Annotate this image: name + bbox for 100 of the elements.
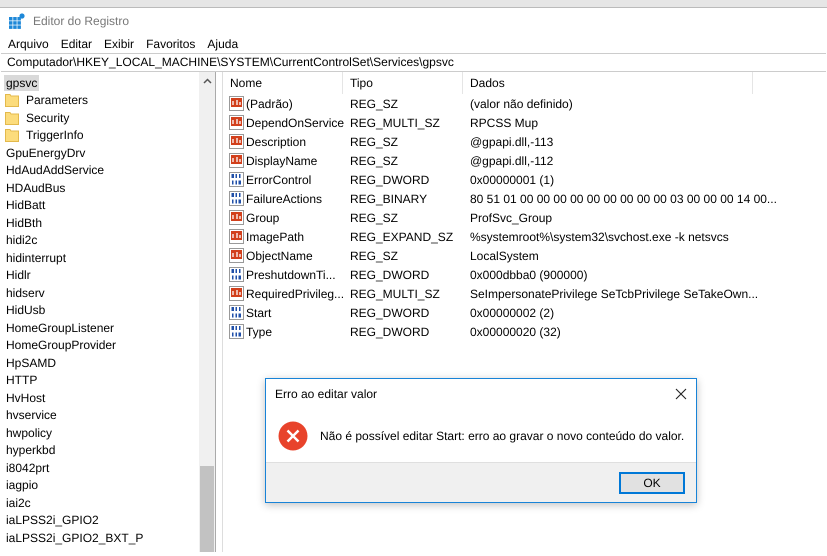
value-name[interactable]: Description [246, 134, 306, 148]
tree-item[interactable]: iaLPSS2i_GPIO2 [4, 512, 101, 528]
string-value-icon [229, 229, 244, 244]
value-data: RPCSS Mup [469, 116, 538, 130]
folder-icon [5, 110, 19, 125]
value-data: %systemroot%\system32\svchost.exe -k netsvcs [469, 230, 729, 244]
value-name[interactable]: Type [246, 324, 272, 338]
value-data: 0x00000001 (1) [469, 172, 554, 186]
value-data: ProfSvc_Group [469, 210, 552, 224]
string-value-icon [229, 96, 244, 111]
tree-item[interactable]: hyperkbd [4, 442, 58, 458]
tree-item[interactable]: Security [24, 110, 72, 126]
value-data: 80 51 01 00 00 00 00 00 00 00 00 00 03 00 00 00 14 00... [469, 192, 777, 206]
tree-item[interactable]: hidserv [4, 284, 47, 301]
tree-item[interactable]: hvservice [4, 407, 59, 424]
scrollbar-thumb[interactable] [200, 466, 214, 552]
tree-item[interactable]: HidBatt [4, 197, 48, 214]
value-type: REG_BINARY [349, 192, 428, 206]
value-name[interactable]: Group [246, 210, 280, 224]
tree-item[interactable]: TriggerInfo [24, 127, 86, 144]
value-name[interactable]: DependOnService [246, 116, 344, 130]
tree-item[interactable]: HomeGroupProvider [4, 337, 118, 354]
dialog-title: Erro ao editar valor [275, 387, 378, 401]
folder-icon [5, 128, 19, 142]
value-type: REG_DWORD [349, 172, 430, 186]
value-name[interactable]: ImagePath [246, 230, 304, 244]
column-header[interactable]: Nome [223, 72, 343, 94]
value-type: REG_EXPAND_SZ [349, 230, 454, 244]
string-value-icon [229, 210, 244, 225]
menu-item[interactable]: Arquivo [2, 36, 55, 50]
registry-icon [9, 13, 25, 29]
value-type: REG_SZ [349, 154, 400, 168]
value-type: REG_MULTI_SZ [349, 286, 441, 300]
tree-item[interactable]: iagpio [4, 477, 40, 494]
value-name[interactable]: ObjectName [246, 248, 313, 262]
tree-item[interactable]: Parameters [24, 92, 90, 108]
tree-item[interactable]: HomeGroupListener [4, 320, 116, 336]
tree-item[interactable]: HpSAMD [4, 354, 58, 371]
tree-item[interactable]: hidinterrupt [4, 250, 68, 266]
column-header[interactable]: Dados [463, 72, 753, 94]
tree-item[interactable]: HidBth [4, 214, 44, 231]
tree-item[interactable]: Hidlr [4, 267, 33, 284]
ok-button[interactable]: OK [619, 472, 685, 494]
binary-value-icon [229, 191, 244, 206]
tree-item[interactable]: iaLPSS2i_GPIO2_BXT_P [4, 530, 146, 546]
folder-icon [5, 93, 19, 108]
column-header[interactable]: Tipo [343, 72, 463, 94]
value-type: REG_SZ [349, 210, 400, 224]
string-value-icon [229, 134, 244, 149]
value-name[interactable]: (Padrão) [246, 96, 293, 110]
tree-item[interactable]: HTTP [4, 372, 40, 388]
value-name[interactable]: Start [246, 306, 272, 320]
value-data: (valor não definido) [469, 96, 573, 110]
tree-item[interactable]: hwpolicy [4, 424, 54, 441]
value-name[interactable]: DisplayName [246, 154, 318, 168]
value-name[interactable]: ErrorControl [246, 172, 312, 186]
value-name[interactable]: RequiredPrivileg... [246, 286, 344, 300]
address-bar[interactable]: Computador\HKEY_LOCAL_MACHINE\SYSTEM\CurrentControlSet\Services\gpsvc [1, 53, 826, 72]
menu-item[interactable]: Ajuda [201, 36, 244, 50]
tree-item[interactable]: HdAudAddService [4, 162, 106, 178]
value-type: REG_MULTI_SZ [349, 116, 441, 130]
value-type: REG_SZ [349, 96, 400, 110]
value-type: REG_SZ [349, 248, 400, 262]
value-type: REG_DWORD [349, 268, 430, 282]
value-type: REG_DWORD [349, 324, 430, 338]
tree-item[interactable]: i8042prt [4, 460, 52, 476]
tree-item[interactable]: gpsvc [4, 74, 40, 91]
binary-value-icon [229, 305, 244, 320]
string-value-icon [229, 153, 244, 168]
string-value-icon [229, 286, 244, 301]
value-data: @gpapi.dll,-113 [469, 134, 554, 148]
error-icon [278, 420, 308, 450]
tree-item[interactable]: iai2c [4, 494, 33, 511]
value-data: SeImpersonatePrivilege SeTcbPrivilege SeTakeOwn... [469, 286, 758, 300]
value-type: REG_DWORD [349, 306, 430, 320]
string-value-icon [229, 115, 244, 130]
value-data: 0x000dbba0 (900000) [469, 268, 588, 282]
tree-item[interactable]: hidi2c [4, 232, 40, 248]
error-message: Não é possível editar Start: erro ao gravar o novo conteúdo do valor. [320, 428, 684, 442]
binary-value-icon [229, 172, 244, 187]
value-type: REG_SZ [349, 134, 400, 148]
value-data: @gpapi.dll,-112 [469, 154, 554, 168]
value-name[interactable]: PreshutdownTi... [246, 268, 336, 282]
binary-value-icon [229, 324, 244, 339]
tree-item[interactable]: HDAudBus [4, 180, 68, 196]
tree-item[interactable]: GpuEnergyDrv [4, 144, 88, 161]
tree-item[interactable]: HvHost [4, 390, 48, 406]
window-title: Editor do Registro [33, 14, 130, 28]
value-data: LocalSystem [469, 248, 539, 262]
string-value-icon [229, 248, 244, 263]
menu-item[interactable]: Favoritos [140, 36, 202, 50]
value-data: 0x00000020 (32) [469, 324, 561, 338]
value-name[interactable]: FailureActions [246, 192, 322, 206]
close-icon[interactable] [675, 388, 687, 400]
tree-item[interactable]: HidUsb [4, 302, 48, 318]
value-data: 0x00000002 (2) [469, 306, 554, 320]
menu-item[interactable]: Editar [54, 36, 98, 50]
binary-value-icon [229, 267, 244, 282]
scrollbar[interactable] [199, 72, 215, 552]
menu-item[interactable]: Exibir [98, 36, 140, 50]
